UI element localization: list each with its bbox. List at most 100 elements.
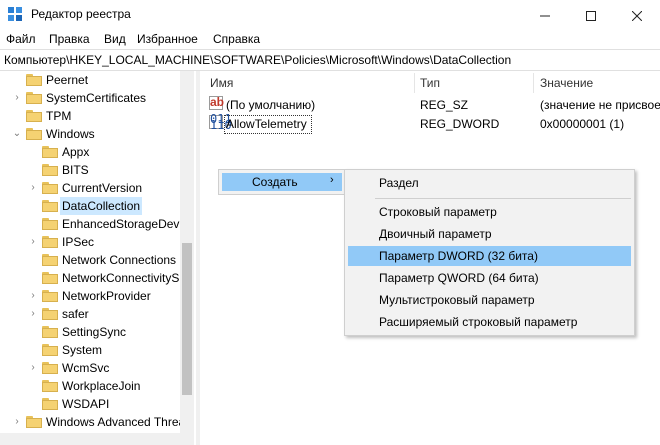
tree-item-network-connections[interactable]: Network Connections bbox=[0, 251, 180, 269]
expand-chevron-icon[interactable] bbox=[28, 197, 38, 215]
tree-item-label: WorkplaceJoin bbox=[62, 379, 141, 393]
registry-editor-icon bbox=[8, 7, 22, 21]
menu-item-key[interactable]: Раздел bbox=[348, 173, 631, 193]
value-name: (По умолчанию) bbox=[226, 98, 316, 112]
tree-item-appx[interactable]: Appx bbox=[0, 143, 180, 161]
column-divider[interactable] bbox=[414, 73, 415, 93]
tree-item-bits[interactable]: BITS bbox=[0, 161, 180, 179]
folder-icon bbox=[26, 110, 42, 122]
submenu-arrow-icon: › bbox=[330, 174, 334, 186]
expand-chevron-icon[interactable]: › bbox=[28, 287, 38, 305]
tree-item-currentversion[interactable]: › CurrentVersion bbox=[0, 179, 180, 197]
tree-item-networkconnectivitystatus[interactable]: NetworkConnectivityS bbox=[0, 269, 180, 287]
selection-focus-rect bbox=[224, 115, 312, 134]
address-path: Компьютер\HKEY_LOCAL_MACHINE\SOFTWARE\Po… bbox=[4, 53, 512, 67]
column-header-type[interactable]: Тип bbox=[420, 76, 440, 90]
expand-chevron-icon[interactable] bbox=[28, 161, 38, 179]
menu-separator bbox=[375, 198, 631, 199]
tree-item-label: WSDAPI bbox=[62, 397, 110, 411]
tree-item-windows[interactable]: ⌄ Windows bbox=[0, 125, 180, 143]
folder-icon bbox=[42, 164, 58, 176]
tree-vertical-scrollbar[interactable] bbox=[180, 71, 194, 445]
tree-item-workplacejoin[interactable]: WorkplaceJoin bbox=[0, 377, 180, 395]
expand-chevron-icon[interactable] bbox=[28, 395, 38, 413]
minimize-button[interactable] bbox=[522, 0, 568, 29]
maximize-button[interactable] bbox=[568, 0, 614, 29]
tree-item-label: IPSec bbox=[62, 235, 95, 249]
expand-chevron-icon[interactable] bbox=[12, 71, 22, 89]
expand-chevron-icon[interactable]: › bbox=[28, 233, 38, 251]
tree-item-label: safer bbox=[62, 307, 89, 321]
value-type: REG_SZ bbox=[420, 98, 469, 112]
tree-item-label: BITS bbox=[62, 163, 89, 177]
close-button[interactable] bbox=[614, 0, 660, 29]
string-value-icon: ab bbox=[209, 95, 225, 110]
expand-chevron-icon[interactable]: › bbox=[28, 179, 38, 197]
tree-item-datacollection[interactable]: DataCollection bbox=[0, 197, 180, 215]
tree-item-enhancedstoragedevices[interactable]: EnhancedStorageDevic bbox=[0, 215, 188, 233]
value-type: REG_DWORD bbox=[420, 117, 500, 131]
menu-item-dword-value[interactable]: Параметр DWORD (32 бита) bbox=[348, 246, 631, 266]
tree-item-ipsec[interactable]: › IPSec bbox=[0, 233, 180, 251]
menu-favorites[interactable]: Избранное bbox=[137, 32, 198, 46]
expand-chevron-icon[interactable]: › bbox=[28, 305, 38, 323]
tree-item-wsdapi[interactable]: WSDAPI bbox=[0, 395, 180, 413]
menu-edit[interactable]: Правка bbox=[49, 32, 90, 46]
expand-chevron-icon[interactable]: › bbox=[12, 413, 22, 431]
tree-item-label: EnhancedStorageDevic bbox=[62, 217, 189, 231]
tree-item-label: Peernet bbox=[46, 73, 89, 87]
tree-item-label: Windows bbox=[46, 127, 95, 141]
open-folder-icon bbox=[42, 200, 58, 212]
menu-item-qword-value[interactable]: Параметр QWORD (64 бита) bbox=[348, 268, 631, 288]
expand-chevron-icon[interactable] bbox=[28, 269, 38, 287]
minimize-icon bbox=[540, 15, 550, 17]
column-divider[interactable] bbox=[533, 73, 534, 93]
menu-item-binary-value[interactable]: Двоичный параметр bbox=[348, 224, 631, 244]
menu-item-label: Параметр QWORD (64 бита) bbox=[379, 271, 539, 285]
tree-item-systemcertificates[interactable]: › SystemCertificates bbox=[0, 89, 180, 107]
menu-view[interactable]: Вид bbox=[104, 32, 126, 46]
close-icon bbox=[631, 10, 643, 21]
tree-item-label: TPM bbox=[46, 109, 72, 123]
folder-icon bbox=[42, 326, 58, 338]
folder-icon bbox=[42, 236, 58, 248]
menu-file[interactable]: Файл bbox=[6, 32, 36, 46]
expand-chevron-icon[interactable] bbox=[28, 377, 38, 395]
folder-icon bbox=[42, 398, 58, 410]
expand-chevron-icon[interactable]: › bbox=[12, 89, 22, 107]
column-header-value[interactable]: Значение bbox=[540, 76, 593, 90]
expand-chevron-icon[interactable] bbox=[28, 341, 38, 359]
tree-item-peernet[interactable]: Peernet bbox=[0, 71, 180, 89]
value-data: 0x00000001 (1) bbox=[540, 117, 625, 131]
expand-chevron-icon[interactable] bbox=[28, 143, 38, 161]
menu-help[interactable]: Справка bbox=[213, 32, 260, 46]
expand-chevron-icon[interactable] bbox=[28, 251, 38, 269]
tree-item-networkprovider[interactable]: › NetworkProvider bbox=[0, 287, 180, 305]
menu-item-multi-string-value[interactable]: Мультистроковый параметр bbox=[348, 290, 631, 310]
tree-item-system[interactable]: System bbox=[0, 341, 180, 359]
expand-chevron-icon[interactable] bbox=[28, 323, 38, 341]
tree-item-tpm[interactable]: TPM bbox=[0, 107, 180, 125]
tree-item-settingsync[interactable]: SettingSync bbox=[0, 323, 180, 341]
create-submenu: Раздел Строковый параметр Двоичный парам… bbox=[344, 169, 635, 336]
expand-chevron-icon[interactable] bbox=[12, 107, 22, 125]
expand-chevron-icon[interactable] bbox=[28, 215, 38, 233]
tree-item-wcmsvc[interactable]: › WcmSvc bbox=[0, 359, 180, 377]
expand-chevron-icon[interactable]: › bbox=[28, 359, 38, 377]
address-bar[interactable]: Компьютер\HKEY_LOCAL_MACHINE\SOFTWARE\Po… bbox=[0, 49, 660, 71]
column-header-name[interactable]: Имя bbox=[210, 76, 233, 90]
tree-item-windows-advanced-threat[interactable]: › Windows Advanced Threa bbox=[0, 413, 185, 431]
tree-horizontal-scrollbar[interactable] bbox=[0, 433, 180, 445]
folder-icon bbox=[42, 344, 58, 356]
menu-item-string-value[interactable]: Строковый параметр bbox=[348, 202, 631, 222]
registry-tree: Peernet › SystemCertificates TPM ⌄ Windo… bbox=[0, 71, 196, 445]
folder-icon bbox=[26, 92, 42, 104]
collapse-chevron-icon[interactable]: ⌄ bbox=[12, 125, 22, 143]
menu-item-create-label: Создать bbox=[252, 175, 298, 189]
value-data: (значение не присвое bbox=[540, 98, 660, 112]
scrollbar-thumb[interactable] bbox=[182, 243, 192, 395]
value-row[interactable]: ab (По умолчанию) REG_SZ (значение не пр… bbox=[200, 96, 660, 114]
tree-item-safer[interactable]: › safer bbox=[0, 305, 180, 323]
menu-item-label: Мультистроковый параметр bbox=[379, 293, 535, 307]
menu-item-expandable-string-value[interactable]: Расширяемый строковый параметр bbox=[348, 312, 631, 332]
